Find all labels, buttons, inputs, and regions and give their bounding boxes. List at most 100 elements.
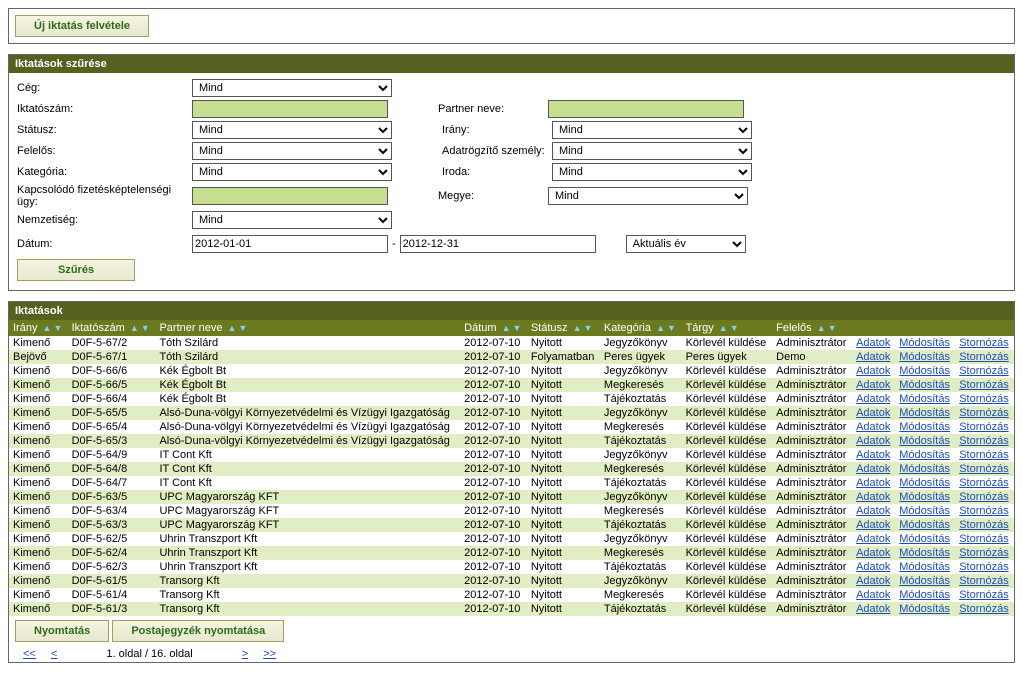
select-ceg[interactable]: Mind [192, 79, 392, 97]
sort-desc-icon[interactable]: ▼ [53, 323, 62, 333]
modositas-link[interactable]: Módosítás [899, 575, 950, 587]
adatok-link[interactable]: Adatok [856, 477, 890, 489]
modositas-link[interactable]: Módosítás [899, 477, 950, 489]
sort-asc-icon[interactable]: ▲ [130, 323, 139, 333]
stornozas-link[interactable]: Stornózás [959, 575, 1009, 587]
adatok-link[interactable]: Adatok [856, 407, 890, 419]
sort-desc-icon[interactable]: ▼ [513, 323, 522, 333]
stornozas-link[interactable]: Stornózás [959, 561, 1009, 573]
column-header[interactable]: Iktatószám ▲▼ [68, 320, 156, 336]
modositas-link[interactable]: Módosítás [899, 519, 950, 531]
modositas-link[interactable]: Módosítás [899, 421, 950, 433]
adatok-link[interactable]: Adatok [856, 449, 890, 461]
modositas-link[interactable]: Módosítás [899, 491, 950, 503]
adatok-link[interactable]: Adatok [856, 505, 890, 517]
adatok-link[interactable]: Adatok [856, 519, 890, 531]
select-nemzetiseg[interactable]: Mind [192, 211, 392, 229]
input-kapcsolodo[interactable] [192, 187, 388, 205]
modositas-link[interactable]: Módosítás [899, 449, 950, 461]
modositas-link[interactable]: Módosítás [899, 505, 950, 517]
sort-desc-icon[interactable]: ▼ [828, 323, 837, 333]
new-record-button[interactable]: Új iktatás felvétele [15, 15, 149, 37]
stornozas-link[interactable]: Stornózás [959, 351, 1009, 363]
postlist-print-button[interactable]: Postajegyzék nyomtatása [112, 620, 284, 642]
select-statusz[interactable]: Mind [192, 121, 392, 139]
modositas-link[interactable]: Módosítás [899, 603, 950, 615]
select-kategoria[interactable]: Mind [192, 163, 392, 181]
adatok-link[interactable]: Adatok [856, 351, 890, 363]
adatok-link[interactable]: Adatok [856, 603, 890, 615]
adatok-link[interactable]: Adatok [856, 379, 890, 391]
stornozas-link[interactable]: Stornózás [959, 603, 1009, 615]
stornozas-link[interactable]: Stornózás [959, 477, 1009, 489]
column-header[interactable]: Tárgy ▲▼ [682, 320, 773, 336]
modositas-link[interactable]: Módosítás [899, 533, 950, 545]
column-header[interactable]: Dátum ▲▼ [460, 320, 527, 336]
select-megye[interactable]: Mind [548, 187, 748, 205]
stornozas-link[interactable]: Stornózás [959, 589, 1009, 601]
stornozas-link[interactable]: Stornózás [959, 435, 1009, 447]
sort-desc-icon[interactable]: ▼ [730, 323, 739, 333]
input-date-from[interactable] [192, 235, 388, 253]
print-button[interactable]: Nyomtatás [15, 620, 109, 642]
adatok-link[interactable]: Adatok [856, 561, 890, 573]
modositas-link[interactable]: Módosítás [899, 561, 950, 573]
stornozas-link[interactable]: Stornózás [959, 407, 1009, 419]
stornozas-link[interactable]: Stornózás [959, 533, 1009, 545]
column-header[interactable]: Felelős ▲▼ [772, 320, 852, 336]
stornozas-link[interactable]: Stornózás [959, 365, 1009, 377]
pager-prev[interactable]: < [51, 648, 57, 660]
modositas-link[interactable]: Módosítás [899, 351, 950, 363]
input-date-to[interactable] [400, 235, 596, 253]
sort-asc-icon[interactable]: ▲ [719, 323, 728, 333]
stornozas-link[interactable]: Stornózás [959, 491, 1009, 503]
column-header[interactable]: Kategória ▲▼ [600, 320, 682, 336]
pager-first[interactable]: << [23, 648, 36, 660]
pager-last[interactable]: >> [263, 648, 276, 660]
modositas-link[interactable]: Módosítás [899, 407, 950, 419]
sort-desc-icon[interactable]: ▼ [583, 323, 592, 333]
select-adatrogzito[interactable]: Mind [552, 142, 752, 160]
modositas-link[interactable]: Módosítás [899, 589, 950, 601]
modositas-link[interactable]: Módosítás [899, 379, 950, 391]
adatok-link[interactable]: Adatok [856, 547, 890, 559]
modositas-link[interactable]: Módosítás [899, 463, 950, 475]
sort-asc-icon[interactable]: ▲ [502, 323, 511, 333]
select-irany[interactable]: Mind [552, 121, 752, 139]
stornozas-link[interactable]: Stornózás [959, 393, 1009, 405]
sort-asc-icon[interactable]: ▲ [573, 323, 582, 333]
sort-desc-icon[interactable]: ▼ [238, 323, 247, 333]
stornozas-link[interactable]: Stornózás [959, 449, 1009, 461]
input-iktatoszam[interactable] [192, 100, 388, 118]
pager-next[interactable]: > [242, 648, 248, 660]
adatok-link[interactable]: Adatok [856, 491, 890, 503]
stornozas-link[interactable]: Stornózás [959, 519, 1009, 531]
modositas-link[interactable]: Módosítás [899, 435, 950, 447]
column-header[interactable]: Partner neve ▲▼ [155, 320, 460, 336]
select-felelos[interactable]: Mind [192, 142, 392, 160]
adatok-link[interactable]: Adatok [856, 435, 890, 447]
adatok-link[interactable]: Adatok [856, 575, 890, 587]
sort-asc-icon[interactable]: ▲ [228, 323, 237, 333]
select-date-preset[interactable]: Aktuális év [626, 235, 746, 253]
stornozas-link[interactable]: Stornózás [959, 379, 1009, 391]
adatok-link[interactable]: Adatok [856, 589, 890, 601]
adatok-link[interactable]: Adatok [856, 463, 890, 475]
stornozas-link[interactable]: Stornózás [959, 421, 1009, 433]
sort-desc-icon[interactable]: ▼ [141, 323, 150, 333]
adatok-link[interactable]: Adatok [856, 421, 890, 433]
select-iroda[interactable]: Mind [552, 163, 752, 181]
modositas-link[interactable]: Módosítás [899, 393, 950, 405]
stornozas-link[interactable]: Stornózás [959, 547, 1009, 559]
adatok-link[interactable]: Adatok [856, 337, 890, 349]
input-partner[interactable] [548, 100, 744, 118]
column-header[interactable]: Irány ▲▼ [9, 320, 68, 336]
sort-desc-icon[interactable]: ▼ [667, 323, 676, 333]
sort-asc-icon[interactable]: ▲ [43, 323, 52, 333]
filter-submit-button[interactable]: Szűrés [17, 259, 135, 281]
stornozas-link[interactable]: Stornózás [959, 463, 1009, 475]
adatok-link[interactable]: Adatok [856, 533, 890, 545]
modositas-link[interactable]: Módosítás [899, 365, 950, 377]
stornozas-link[interactable]: Stornózás [959, 337, 1009, 349]
sort-asc-icon[interactable]: ▲ [817, 323, 826, 333]
